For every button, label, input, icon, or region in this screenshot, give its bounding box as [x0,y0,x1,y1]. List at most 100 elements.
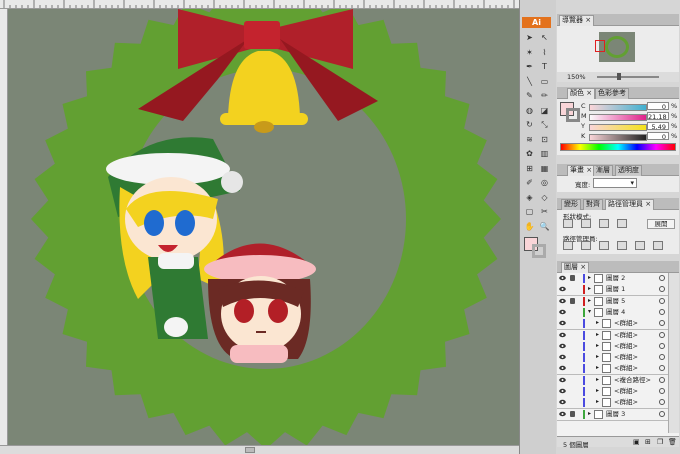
new-layer-icon[interactable]: ❐ [657,438,663,446]
vertical-ruler[interactable] [0,9,8,445]
scale-tool-icon[interactable]: ⤡ [539,119,550,130]
eraser-tool-icon[interactable]: ◪ [539,105,550,116]
tab-color-guide[interactable]: 色彩參考 [595,88,629,99]
layer-row[interactable]: ▸ 圖層 2 [557,273,668,285]
direct-selection-tool-icon[interactable]: ↖ [539,32,550,43]
eye-icon[interactable] [559,388,566,394]
eye-icon[interactable] [559,399,566,405]
eye-icon[interactable] [559,343,566,349]
layer-row[interactable]: ▸ <群組> [557,386,668,398]
eye-icon[interactable] [559,377,566,383]
target-circle-icon[interactable] [659,275,665,281]
channel-value-c[interactable]: 0 [647,102,669,111]
tab-transparency[interactable]: 透明度 [615,165,642,176]
channel-value-y[interactable]: 5.49 [647,122,669,131]
target-circle-icon[interactable] [659,376,665,383]
zoom-tool-icon[interactable]: 🔍 [539,221,550,232]
zoom-slider[interactable] [597,76,659,78]
divide-icon[interactable] [563,241,573,250]
intersect-icon[interactable] [599,219,609,228]
expand-triangle-icon[interactable]: ▸ [588,410,591,417]
expand-button[interactable]: 展開 [647,219,675,229]
slice-tool-icon[interactable]: ✂ [539,206,550,217]
artboard-canvas[interactable] [8,9,519,445]
eye-icon[interactable] [559,411,566,417]
expand-triangle-icon[interactable]: ▾ [588,308,591,315]
target-circle-icon[interactable] [659,365,665,372]
tab-align[interactable]: 對齊 [583,199,603,210]
expand-triangle-icon[interactable]: ▸ [596,342,599,349]
minus-back-icon[interactable] [653,241,663,250]
blob-brush-tool-icon[interactable]: ◍ [524,105,535,116]
target-circle-icon[interactable] [659,320,665,327]
gradient-tool-icon[interactable]: ▦ [539,163,550,174]
layer-row[interactable]: ▸ <群組> [557,363,668,376]
tab-transform[interactable]: 變形 [561,199,581,210]
expand-triangle-icon[interactable]: ▸ [596,353,599,360]
live-paint-select-tool-icon[interactable]: ◇ [539,192,550,203]
tab-navigator[interactable]: 導覽器 × [559,15,595,26]
new-sublayer-icon[interactable]: ⊞ [645,438,651,446]
mesh-tool-icon[interactable]: ⊞ [524,163,535,174]
toolbar-stroke-swatch[interactable] [532,244,546,258]
channel-value-m[interactable]: 21.18 [647,112,669,121]
lock-icon[interactable] [570,275,575,281]
tab-color[interactable]: 顏色 × [567,88,596,99]
expand-triangle-icon[interactable]: ▸ [588,285,591,292]
rectangle-tool-icon[interactable]: ▭ [539,76,550,87]
type-tool-icon[interactable]: T [539,61,550,72]
paintbrush-tool-icon[interactable]: ✎ [524,90,535,101]
zoom-slider-handle[interactable] [617,73,621,80]
crop-icon[interactable] [617,241,627,250]
expand-triangle-icon[interactable]: ▸ [596,387,599,394]
tab-pathfinder[interactable]: 路徑管理員 × [605,199,655,210]
layer-row[interactable]: ▸ <群組> [557,318,668,331]
expand-triangle-icon[interactable]: ▸ [588,274,591,281]
pen-tool-icon[interactable]: ✒ [524,61,535,72]
layer-row[interactable]: ▸ <群組> [557,397,668,410]
target-circle-icon[interactable] [659,354,665,361]
eyedropper-tool-icon[interactable]: ✐ [524,177,535,188]
lasso-tool-icon[interactable]: ⌇ [539,47,550,58]
tab-layers[interactable]: 圖層 × [561,262,590,273]
target-circle-icon[interactable] [659,286,665,293]
trim-icon[interactable] [581,241,591,250]
navigator-thumbnail[interactable] [595,32,635,62]
stroke-width-field[interactable]: ▾ [593,178,637,188]
tab-stroke[interactable]: 筆畫 × [567,165,596,176]
eye-icon[interactable] [559,332,566,338]
layer-row[interactable]: ▸ <複合路徑> [557,374,668,387]
layer-row[interactable]: ▸ 圖層 5 [557,295,668,308]
channel-slider-m[interactable] [589,114,647,121]
horizontal-ruler[interactable] [0,0,519,9]
target-circle-icon[interactable] [659,331,665,338]
unite-icon[interactable] [563,219,573,228]
expand-triangle-icon[interactable]: ▸ [596,376,599,383]
graph-tool-icon[interactable]: ▥ [539,148,550,159]
expand-triangle-icon[interactable]: ▸ [596,398,599,405]
eye-icon[interactable] [559,320,566,326]
trash-icon[interactable]: 🗑 [668,438,677,446]
exclude-icon[interactable] [617,219,627,228]
navigator-view-box[interactable] [595,40,605,52]
eye-icon[interactable] [559,275,566,281]
layer-row[interactable]: ▾ 圖層 4 [557,306,668,319]
selection-tool-icon[interactable]: ➤ [524,32,535,43]
minus-front-icon[interactable] [581,219,591,228]
pencil-tool-icon[interactable]: ✏ [539,90,550,101]
expand-triangle-icon[interactable]: ▸ [596,364,599,371]
lock-icon[interactable] [570,410,575,417]
target-circle-icon[interactable] [659,388,665,394]
scrollbar-thumb[interactable] [245,447,255,453]
hand-tool-icon[interactable]: ✋ [524,221,535,232]
target-circle-icon[interactable] [659,342,665,349]
horizontal-scrollbar[interactable] [0,445,519,454]
target-circle-icon[interactable] [659,410,665,417]
target-circle-icon[interactable] [659,308,665,315]
layer-row[interactable]: ▸ <群組> [557,329,668,342]
expand-triangle-icon[interactable]: ▸ [596,319,599,326]
outline-icon[interactable] [635,241,645,250]
tab-gradient[interactable]: 漸層 [593,165,613,176]
eye-icon[interactable] [559,354,566,360]
zoom-value[interactable]: 150% [567,73,586,81]
